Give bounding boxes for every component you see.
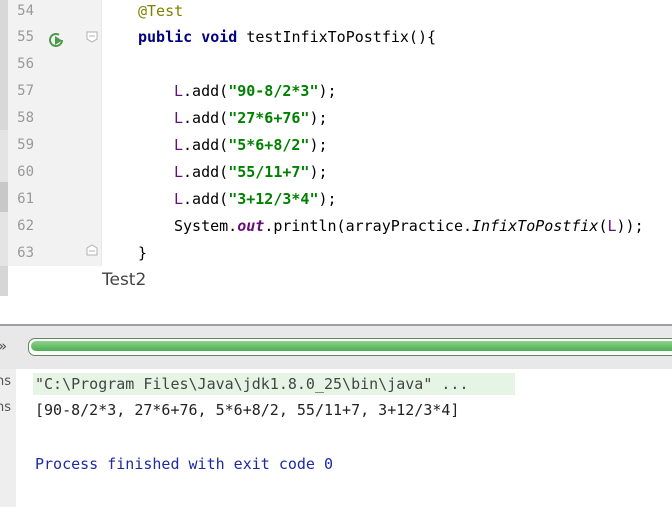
- method-declaration-token: testInfixToPostfix(){: [237, 28, 437, 46]
- console-side-tab[interactable]: ns: [0, 400, 11, 415]
- code-editor[interactable]: 54 55 56 57 58 59 60 61 62 63 @Test publ…: [0, 0, 672, 266]
- run-test-icon[interactable]: [46, 30, 66, 50]
- line-number: 57: [17, 83, 34, 99]
- code-line: @Test: [138, 0, 183, 25]
- code-line: L.add("3+12/3*4");: [174, 190, 337, 208]
- line-number: 58: [17, 110, 34, 126]
- run-configuration-bar: Test2: [0, 266, 672, 296]
- expand-chevron-icon[interactable]: »: [0, 337, 7, 355]
- keyword-token: public void: [138, 28, 238, 46]
- gutter-separator: [101, 0, 102, 266]
- variable-token: L: [607, 217, 617, 235]
- console-exit-message: Process finished with exit code 0: [35, 455, 334, 473]
- console-command-line: "C:\Program Files\Java\jdk1.8.0_25\bin\j…: [35, 375, 469, 393]
- console-side-tab[interactable]: ns: [0, 374, 11, 389]
- console-output-line: [90-8/2*3, 27*6+76, 5*6+8/2, 55/11+7, 3+…: [35, 401, 460, 419]
- code-line: System.out.println(arrayPractice.InfixTo…: [174, 217, 644, 235]
- string-literal: "5*6+8/2": [228, 136, 310, 154]
- run-toolbar: »: [0, 326, 672, 369]
- string-literal: "3+12/3*4": [228, 190, 319, 208]
- fold-marker-icon[interactable]: [86, 31, 98, 43]
- variable-token: L: [174, 82, 184, 100]
- variable-token: L: [174, 190, 184, 208]
- string-literal: "90-8/2*3": [228, 82, 319, 100]
- code-line: L.add("27*6+76");: [174, 109, 328, 127]
- run-console[interactable]: "C:\Program Files\Java\jdk1.8.0_25\bin\j…: [16, 369, 672, 507]
- line-number: 54: [17, 3, 34, 19]
- line-number: 60: [17, 164, 34, 180]
- line-number: 59: [17, 137, 34, 153]
- console-side-tabs: ns ns: [0, 369, 16, 507]
- variable-token: L: [174, 109, 184, 127]
- fold-marker-icon[interactable]: [86, 244, 98, 256]
- annotation-token: @Test: [138, 2, 184, 20]
- variable-token: L: [174, 163, 184, 181]
- code-line: L.add("5*6+8/2");: [174, 136, 328, 154]
- static-field-token: out: [237, 217, 265, 235]
- line-number: 61: [17, 191, 34, 207]
- line-number: 62: [17, 218, 34, 234]
- code-line: L.add("55/11+7");: [174, 163, 328, 181]
- code-line: L.add("90-8/2*3");: [174, 82, 337, 100]
- test-progress-fill: [31, 341, 672, 351]
- line-number: 55: [17, 29, 34, 45]
- variable-token: L: [174, 136, 184, 154]
- tool-window-separator: [0, 296, 672, 326]
- code-line: public void testInfixToPostfix(){: [138, 24, 436, 51]
- static-method-token: InfixToPostfix: [472, 217, 599, 235]
- string-literal: "27*6+76": [228, 109, 310, 127]
- line-number: 63: [17, 245, 34, 261]
- line-number: 56: [17, 56, 34, 72]
- code-line: }: [138, 244, 148, 262]
- test-progress-bar: [28, 338, 672, 356]
- run-tab-label[interactable]: Test2: [102, 270, 146, 290]
- editor-side-strip: [0, 0, 8, 266]
- string-literal: "55/11+7": [228, 163, 310, 181]
